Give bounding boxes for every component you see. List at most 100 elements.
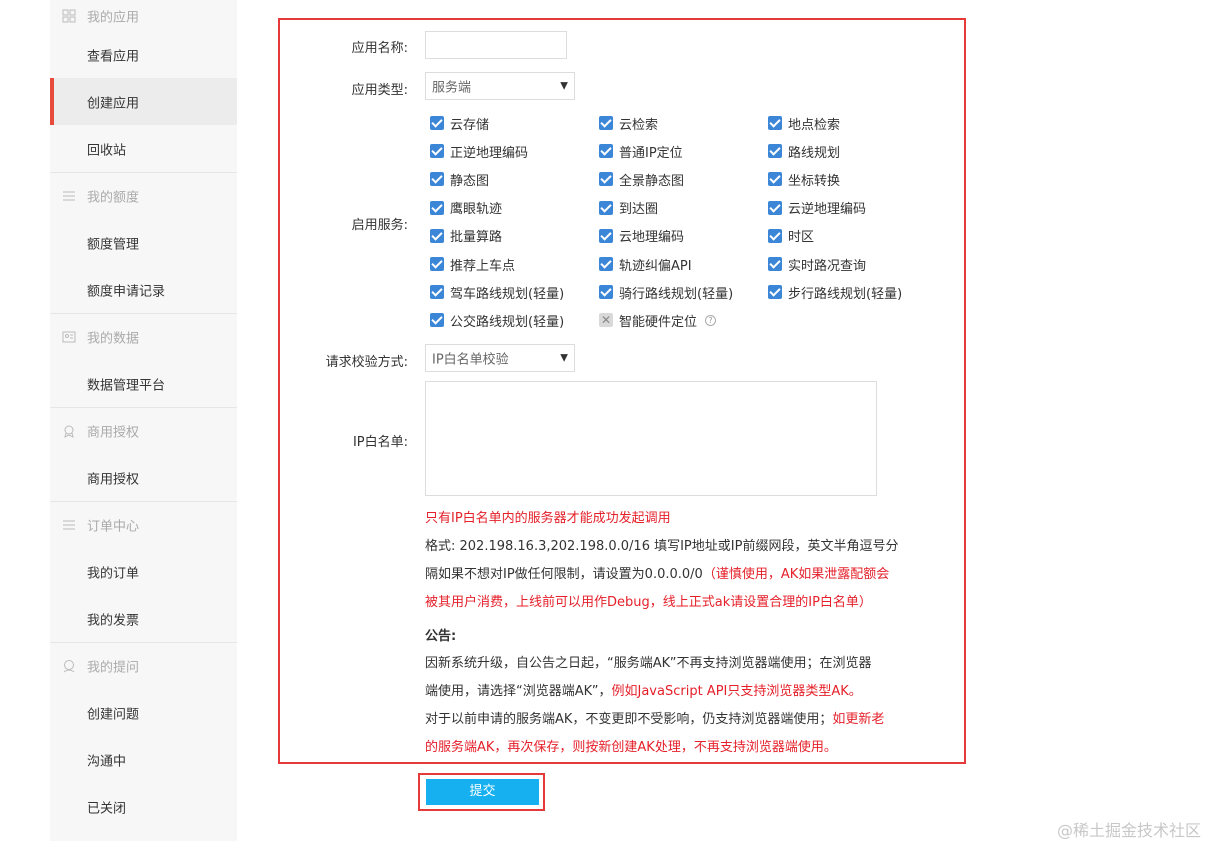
service-checkbox[interactable]: 到达圈	[599, 199, 658, 217]
service-label: 轨迹纠偏API	[619, 258, 692, 274]
sidebar-item-create-app[interactable]: 创建应用	[50, 78, 237, 125]
sidebar-item-label: 我的发票	[87, 613, 140, 628]
service-label: 批量算路	[450, 230, 503, 246]
checkbox-checked-icon[interactable]	[768, 144, 782, 159]
service-checkbox[interactable]: 云检索	[599, 114, 659, 133]
submit-button[interactable]: 提交	[426, 779, 539, 805]
checkbox-checked-icon[interactable]	[599, 172, 613, 187]
sidebar-item-commercial[interactable]: 商用授权	[50, 454, 237, 501]
sidebar-item-recycle[interactable]: 回收站	[50, 125, 237, 172]
checkbox-checked-icon[interactable]	[768, 228, 782, 243]
app-name-label: 应用名称:	[351, 41, 408, 56]
checkbox-checked-icon[interactable]	[768, 172, 782, 187]
sidebar-group-label: 我的应用	[87, 10, 140, 25]
checkbox-checked-icon[interactable]	[430, 200, 444, 215]
sidebar-item-label: 额度申请记录	[87, 284, 166, 299]
service-checkbox[interactable]: 时区	[768, 227, 814, 245]
announcement-warning: 例如JavaScript API只支持浏览器类型AK。	[611, 684, 862, 699]
service-label: 静态图	[450, 173, 490, 189]
checkbox-checked-icon[interactable]	[599, 116, 613, 130]
service-checkbox[interactable]: 路线规划	[768, 142, 841, 161]
announcement-text: 端使用，请选择“浏览器端AK”，	[425, 684, 612, 699]
service-checkbox[interactable]: 云存储	[430, 114, 489, 133]
service-label: 普通IP定位	[619, 145, 683, 161]
service-checkbox[interactable]: 鹰眼轨迹	[430, 199, 502, 217]
service-checkbox[interactable]: 云地理编码	[599, 227, 684, 245]
checkbox-checked-icon[interactable]	[768, 200, 782, 215]
checkbox-checked-icon[interactable]	[430, 313, 444, 328]
help-icon[interactable]: ?	[705, 314, 717, 326]
app-name-input[interactable]	[425, 31, 567, 59]
sidebar-item-label: 商用授权	[87, 472, 140, 487]
service-checkbox[interactable]: 推荐上车点	[430, 255, 515, 274]
checkbox-checked-icon[interactable]	[430, 144, 444, 159]
sidebar-group-label: 我的额度	[87, 190, 140, 206]
sidebar-item-my-orders[interactable]: 我的订单	[50, 548, 237, 595]
checkbox-checked-icon[interactable]	[599, 228, 613, 243]
sidebar-item-view-app[interactable]: 查看应用	[50, 31, 237, 78]
sidebar-group-label: 我的提问	[87, 660, 140, 676]
service-checkbox[interactable]: ✕ 智能硬件定位?	[599, 311, 717, 330]
chevron-down-icon: ▼	[560, 352, 568, 364]
sidebar-item-quota-record[interactable]: 额度申请记录	[50, 266, 237, 313]
sidebar-item-my-invoices[interactable]: 我的发票	[50, 595, 237, 642]
create-app-form: 应用名称: 应用类型: 服务端 ▼ 启用服务: 云存储 云检索 地点检索 正逆地理编码…	[278, 18, 966, 764]
verify-method-value: IP白名单校验	[432, 352, 509, 368]
service-checkbox[interactable]: 驾车路线规划(轻量)	[430, 283, 564, 302]
sidebar-item-label: 我的订单	[87, 566, 140, 581]
sidebar-item-communicating[interactable]: 沟通中	[50, 736, 237, 783]
app-type-select[interactable]: 服务端 ▼	[425, 72, 575, 100]
list-icon	[63, 520, 75, 530]
service-checkbox[interactable]: 实时路况查询	[768, 255, 866, 274]
checkbox-checked-icon[interactable]	[599, 200, 613, 215]
sidebar-item-label: 回收站	[87, 143, 127, 158]
services-label: 启用服务:	[351, 218, 408, 233]
service-checkbox[interactable]: 静态图	[430, 170, 490, 189]
sidebar: 我的应用 查看应用 创建应用 回收站 我的额度 额度管理 额度申请记录 我的数据…	[50, 0, 237, 841]
ip-whitelist-textarea[interactable]	[425, 381, 877, 496]
list-icon	[63, 191, 75, 201]
checkbox-checked-icon[interactable]	[768, 257, 782, 271]
service-label: 骑行路线规划(轻量)	[619, 286, 734, 302]
checkbox-checked-icon[interactable]	[599, 144, 613, 159]
checkbox-checked-icon[interactable]	[430, 257, 444, 271]
sidebar-group-label: 商用授权	[87, 425, 140, 441]
service-checkbox[interactable]: 轨迹纠偏API	[599, 255, 692, 274]
checkbox-checked-icon[interactable]	[430, 116, 444, 130]
sidebar-item-label: 沟通中	[87, 754, 127, 769]
service-checkbox[interactable]: 坐标转换	[768, 170, 840, 189]
sidebar-item-data-platform[interactable]: 数据管理平台	[50, 360, 237, 407]
service-checkbox[interactable]: 正逆地理编码	[430, 142, 528, 161]
announcement-text: 对于以前申请的服务端AK，不变更即不受影响，仍支持浏览器端使用；	[425, 712, 833, 727]
service-checkbox[interactable]: 地点检索	[768, 114, 840, 133]
whitelist-notice: 只有IP白名单内的服务器才能成功发起调用	[425, 511, 671, 526]
id-card-icon	[62, 331, 76, 343]
service-checkbox[interactable]: 批量算路	[430, 227, 502, 245]
service-checkbox[interactable]: 全景静态图	[599, 170, 684, 189]
sidebar-item-quota-manage[interactable]: 额度管理	[50, 219, 237, 266]
checkbox-checked-icon[interactable]	[430, 172, 444, 187]
sidebar-item-label: 额度管理	[87, 237, 140, 252]
service-label: 云地理编码	[619, 230, 685, 246]
checkbox-checked-icon[interactable]	[430, 285, 444, 300]
sidebar-group-my-questions: 我的提问	[50, 642, 237, 689]
checkbox-checked-icon[interactable]	[599, 285, 613, 300]
checkbox-disabled-icon[interactable]: ✕	[599, 313, 613, 328]
checkbox-checked-icon[interactable]	[430, 228, 444, 243]
service-label: 路线规划	[788, 145, 841, 161]
service-checkbox[interactable]: 步行路线规划(轻量)	[768, 283, 902, 302]
checkbox-checked-icon[interactable]	[768, 116, 782, 130]
service-checkbox[interactable]: 普通IP定位	[599, 142, 683, 161]
sidebar-item-closed[interactable]: 已关闭	[50, 783, 237, 830]
checkbox-checked-icon[interactable]	[599, 257, 613, 271]
service-label: 云检索	[619, 117, 659, 133]
service-label: 鹰眼轨迹	[450, 202, 503, 218]
announcement-line1: 因新系统升级，自公告之日起，“服务端AK”不再支持浏览器端使用；在浏览器	[425, 656, 872, 671]
service-checkbox[interactable]: 公交路线规划(轻量)	[430, 311, 564, 330]
service-checkbox[interactable]: 云逆地理编码	[768, 199, 866, 217]
service-checkbox[interactable]: 骑行路线规划(轻量)	[599, 283, 734, 302]
checkbox-checked-icon[interactable]	[768, 285, 782, 300]
sidebar-item-create-question[interactable]: 创建问题	[50, 689, 237, 736]
verify-method-select[interactable]: IP白名单校验 ▼	[425, 344, 575, 372]
sidebar-item-label: 已关闭	[87, 801, 127, 816]
